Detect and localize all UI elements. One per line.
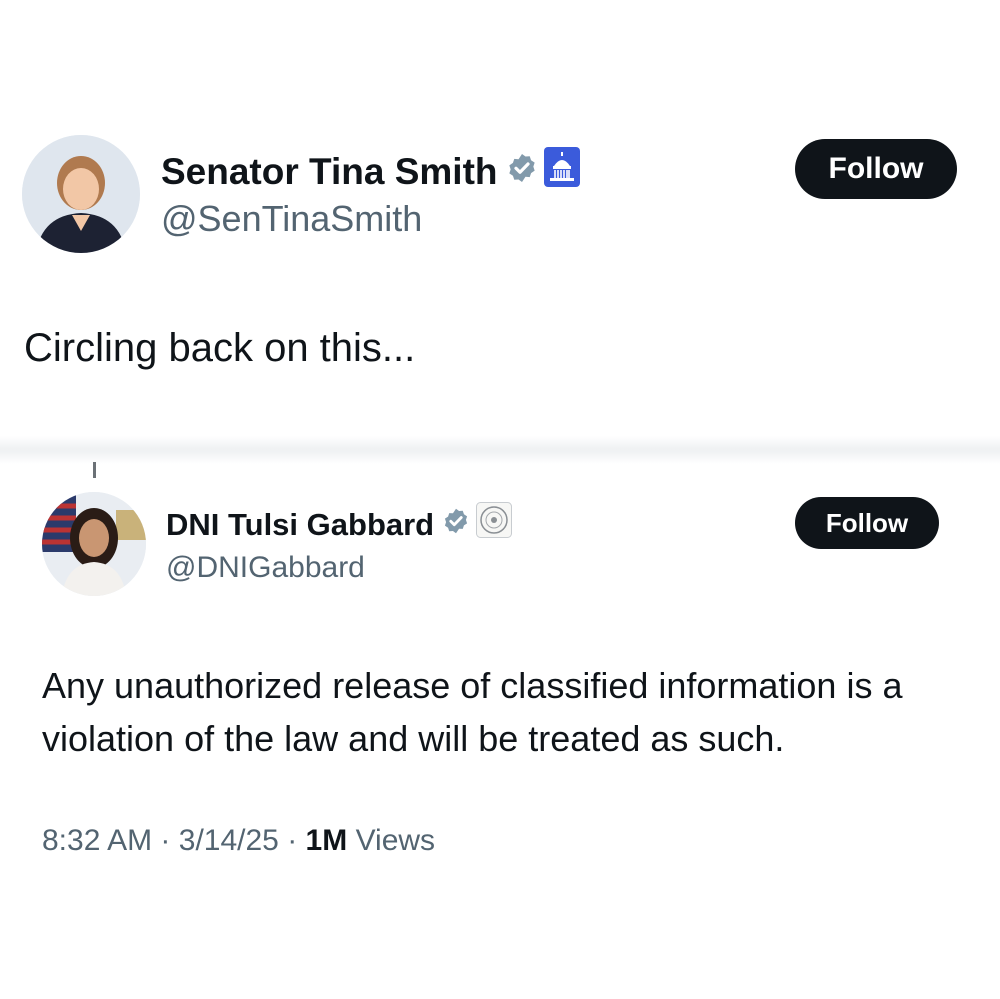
views-count[interactable]: 1M	[306, 824, 348, 857]
user-handle[interactable]: @SenTinaSmith	[161, 197, 422, 241]
quoted-display-name-text[interactable]: DNI Tulsi Gabbard	[166, 505, 434, 545]
dni-seal-affiliation-icon[interactable]	[476, 502, 513, 548]
quoted-user-avatar[interactable]	[42, 492, 146, 596]
divider	[0, 436, 1000, 464]
quoted-display-name[interactable]: DNI Tulsi Gabbard	[166, 502, 513, 548]
quoted-avatar-photo	[42, 492, 146, 596]
quoted-follow-button[interactable]: Follow	[795, 497, 939, 549]
user-avatar[interactable]	[22, 135, 140, 253]
tweet-text: Circling back on this...	[24, 326, 416, 370]
separator: ·	[287, 824, 298, 857]
separator: ·	[160, 824, 171, 857]
tweet-metadata: 8:32 AM · 3/14/25 · 1M Views	[42, 821, 435, 861]
display-name[interactable]: Senator Tina Smith	[161, 147, 580, 197]
quoted-user-handle[interactable]: @DNIGabbard	[166, 548, 365, 588]
verified-badge-icon	[442, 505, 470, 545]
follow-button[interactable]: Follow	[795, 139, 957, 199]
capitol-affiliation-icon[interactable]	[543, 147, 580, 197]
views-label: Views	[355, 824, 436, 857]
tweet-time[interactable]: 8:32 AM	[42, 824, 152, 857]
display-name-text[interactable]: Senator Tina Smith	[161, 150, 498, 194]
verified-badge-icon	[506, 150, 538, 194]
thread-line	[93, 462, 96, 478]
avatar-photo	[22, 135, 140, 253]
tweet-date[interactable]: 3/14/25	[179, 824, 279, 857]
quoted-tweet-text: Any unauthorized release of classified i…	[42, 665, 903, 759]
